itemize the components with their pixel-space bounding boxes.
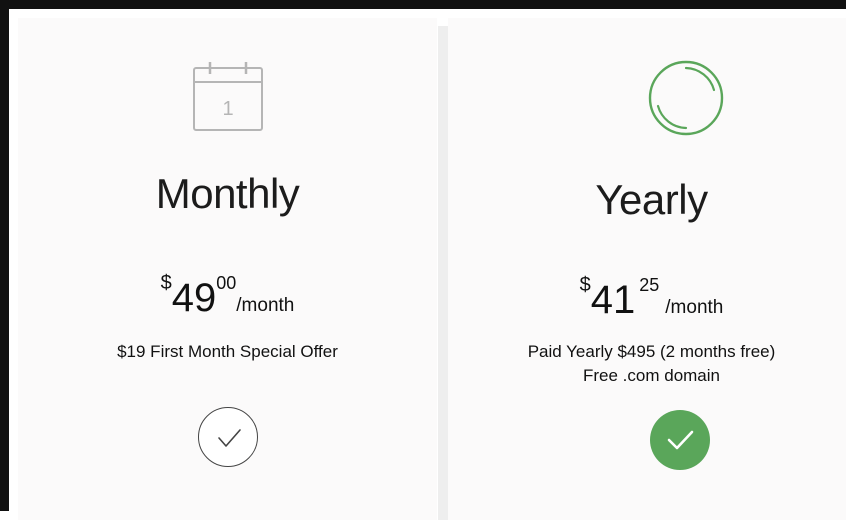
pricing-frame: 1 Monthly $4900/month $19 First Month Sp…	[0, 0, 846, 520]
price-monthly: $4900/month	[18, 272, 437, 321]
plan-note-line: Free .com domain	[583, 366, 720, 385]
check-icon	[667, 430, 694, 450]
plan-note-monthly: $19 First Month Special Offer	[18, 340, 437, 364]
calendar-icon: 1	[190, 60, 266, 137]
price-currency: $	[160, 272, 172, 294]
price-cents: 00	[216, 273, 237, 293]
plan-options: 1 Monthly $4900/month $19 First Month Sp…	[18, 18, 846, 520]
plan-note-line: Paid Yearly $495 (2 months free)	[527, 342, 776, 361]
price-period: /month	[236, 295, 295, 316]
check-icon	[218, 429, 241, 447]
plan-card-yearly[interactable]: Yearly $41 25/month Paid Yearly $495 (2 m…	[448, 18, 846, 520]
price-whole: 49	[171, 276, 217, 320]
price-cents: 25	[639, 275, 660, 295]
select-monthly-button[interactable]	[198, 407, 258, 467]
plan-divider	[438, 26, 448, 520]
price-period: /month	[665, 297, 724, 318]
ring-icon	[646, 58, 726, 143]
plan-note-yearly: Paid Yearly $495 (2 months free) Free .c…	[448, 340, 846, 388]
select-yearly-button[interactable]	[650, 410, 710, 470]
plan-card-monthly[interactable]: 1 Monthly $4900/month $19 First Month Sp…	[18, 18, 437, 520]
price-whole: 41	[590, 278, 636, 322]
price-yearly: $41 25/month	[448, 274, 846, 323]
plan-title-monthly: Monthly	[155, 170, 300, 217]
plan-note-line: $19 First Month Special Offer	[117, 342, 338, 361]
calendar-icon-number: 1	[222, 98, 233, 120]
plan-title-yearly: Yearly	[595, 176, 708, 223]
price-currency: $	[579, 274, 591, 296]
